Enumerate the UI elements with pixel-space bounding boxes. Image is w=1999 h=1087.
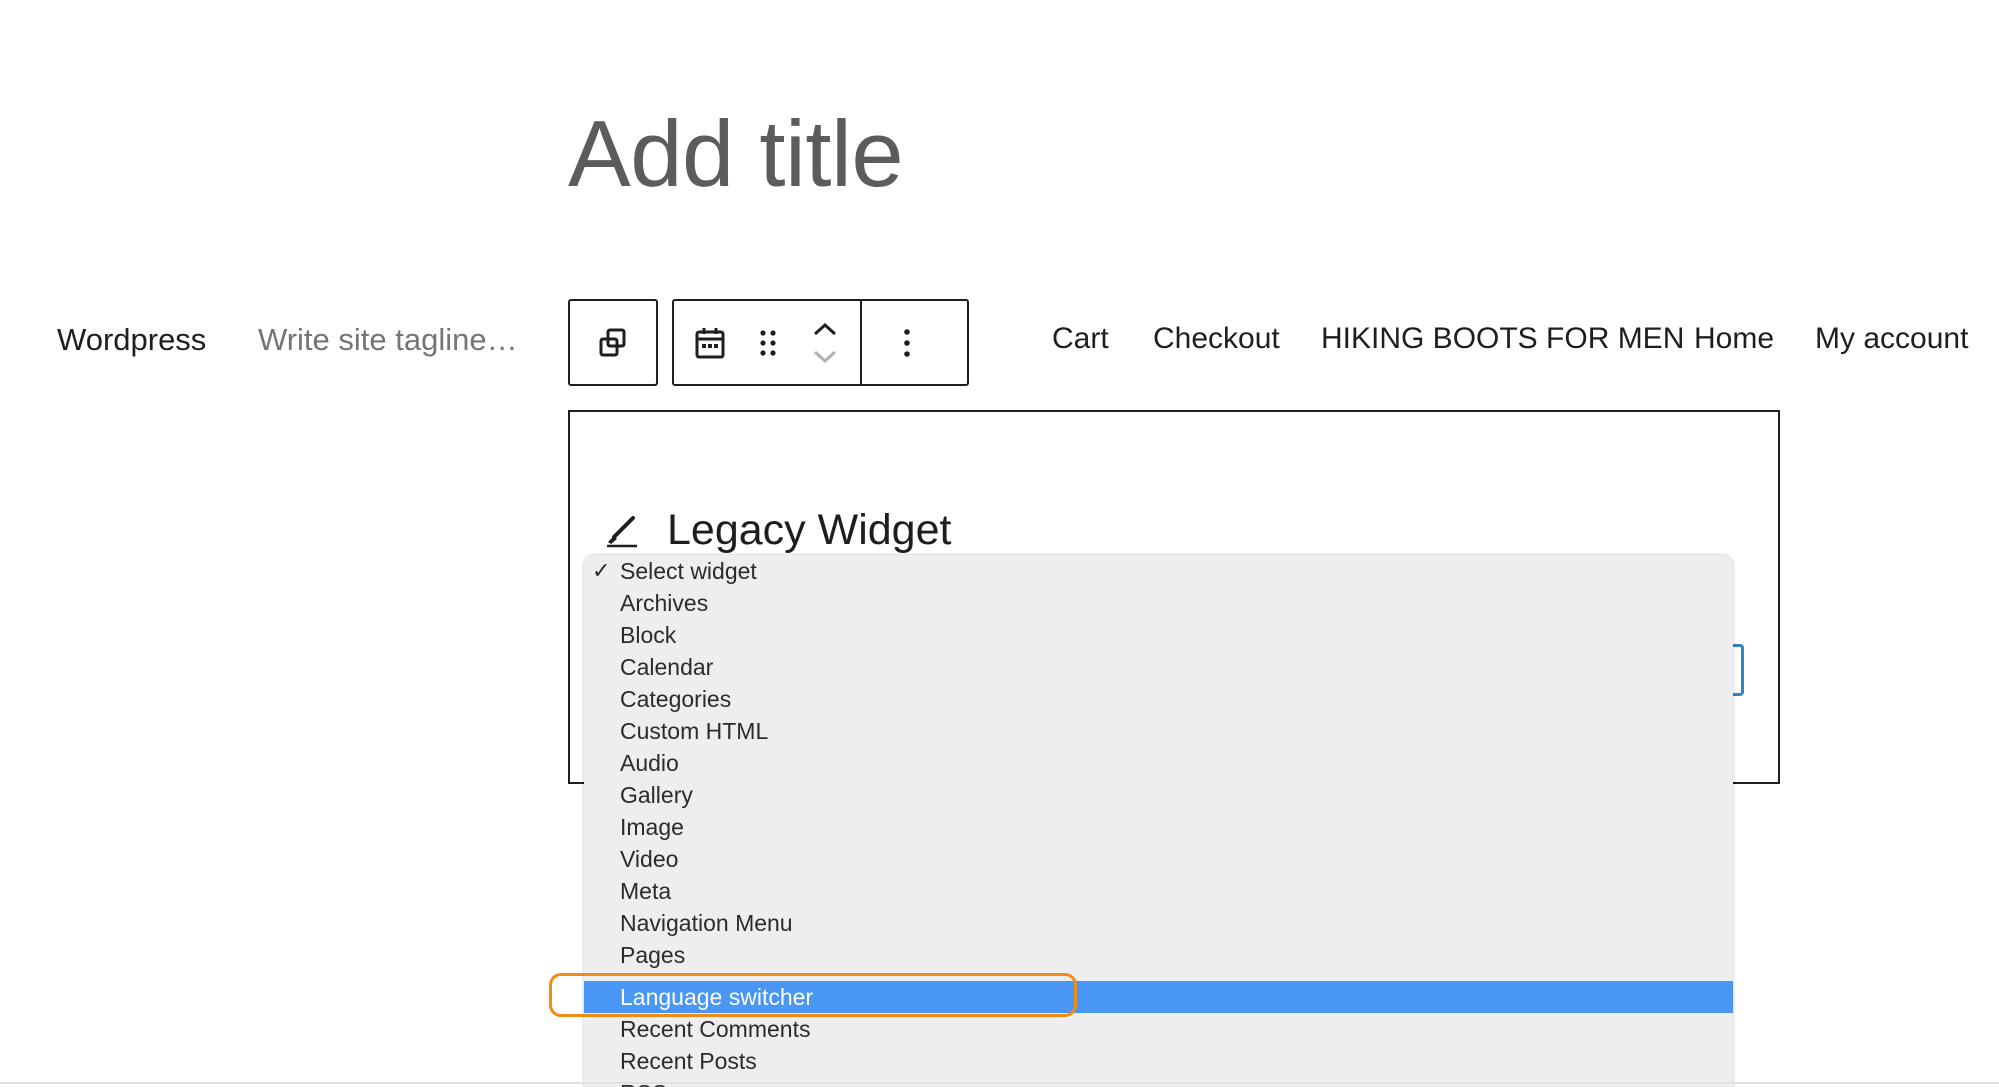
chevron-up-icon (813, 322, 837, 335)
block-type-button[interactable] (674, 301, 746, 384)
nav-item-home[interactable]: Home (1694, 322, 1774, 356)
more-vertical-icon (903, 328, 910, 357)
move-up-button[interactable] (812, 315, 838, 343)
option-gallery[interactable]: Gallery (584, 779, 1733, 811)
site-title[interactable]: Wordpress (57, 322, 206, 358)
option-audio[interactable]: Audio (584, 747, 1733, 779)
nav-item-my-account[interactable]: My account (1815, 322, 1968, 356)
block-toolbar-main (672, 299, 969, 386)
calendar-icon (695, 327, 725, 358)
duplicate-squares-icon (599, 328, 626, 356)
move-buttons (790, 301, 860, 384)
option-block[interactable]: Block (584, 619, 1733, 651)
option-categories[interactable]: Categories (584, 683, 1733, 715)
option-recent-posts[interactable]: Recent Posts (584, 1045, 1733, 1077)
option-video[interactable]: Video (584, 843, 1733, 875)
divider (0, 1082, 1999, 1084)
nav-item-hiking-boots[interactable]: HIKING BOOTS FOR MEN (1321, 322, 1684, 356)
post-title[interactable]: Add title (568, 102, 904, 206)
nav-item-cart[interactable]: Cart (1052, 322, 1109, 356)
option-recent-comments[interactable]: Recent Comments (584, 1013, 1733, 1045)
nav-item-checkout[interactable]: Checkout (1153, 322, 1280, 356)
option-custom-html[interactable]: Custom HTML (584, 715, 1733, 747)
chevron-down-icon (813, 350, 837, 363)
legacy-widget-title: Legacy Widget (667, 506, 952, 554)
transform-button[interactable] (570, 301, 656, 384)
move-down-button[interactable] (812, 343, 838, 371)
drag-handle[interactable] (746, 301, 790, 384)
brush-icon (604, 512, 640, 553)
option-select-widget[interactable]: ✓ Select widget (584, 555, 1733, 587)
option-archives[interactable]: Archives (584, 587, 1733, 619)
site-tagline[interactable]: Write site tagline… (258, 322, 518, 358)
drag-handle-icon (760, 329, 776, 356)
option-pages[interactable]: Pages (584, 939, 1733, 971)
option-meta[interactable]: Meta (584, 875, 1733, 907)
checkmark-icon: ✓ (592, 558, 611, 583)
more-options-button[interactable] (862, 301, 951, 384)
option-image[interactable]: Image (584, 811, 1733, 843)
option-navigation-menu[interactable]: Navigation Menu (584, 907, 1733, 939)
highlight-annotation (549, 973, 1077, 1017)
block-toolbar-transform (568, 299, 658, 386)
option-calendar[interactable]: Calendar (584, 651, 1733, 683)
